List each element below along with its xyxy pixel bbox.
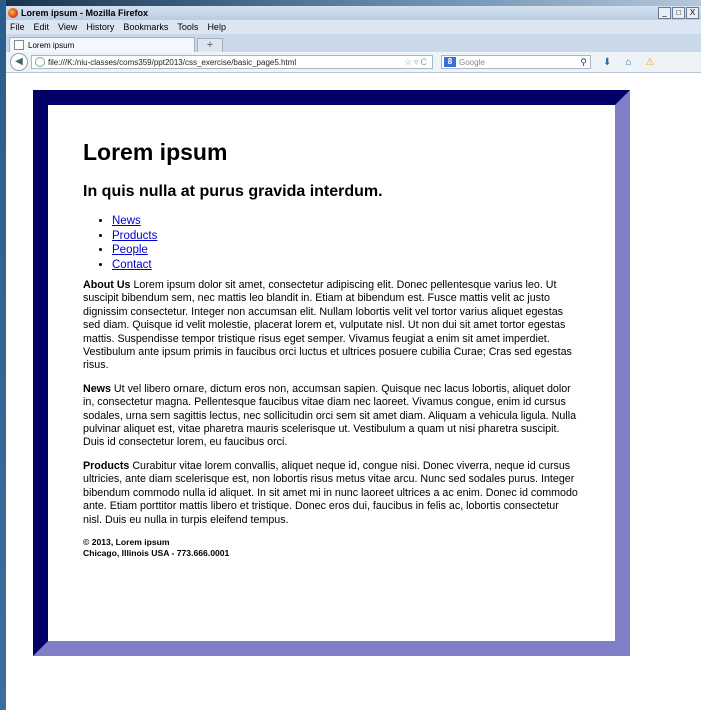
search-bar[interactable]: 8 Google ⚲ <box>441 55 591 69</box>
about-label: About Us <box>83 279 131 291</box>
page-footer: © 2013, Lorem ipsum Chicago, Illinois US… <box>83 537 579 559</box>
page-content: Lorem ipsum In quis nulla at purus gravi… <box>48 105 615 641</box>
download-icon[interactable]: ⬇ <box>603 57 611 68</box>
nav-link-people[interactable]: People <box>112 244 148 256</box>
menu-file[interactable]: File <box>10 22 25 32</box>
tab-lorem-ipsum[interactable]: Lorem ipsum <box>9 37 195 52</box>
news-paragraph: News Ut vel libero ornare, dictum eros n… <box>83 383 579 450</box>
news-label: News <box>83 382 111 395</box>
tab-bar: Lorem ipsum + <box>6 34 701 52</box>
menu-bar: File Edit View History Bookmarks Tools H… <box>6 20 701 34</box>
menu-view[interactable]: View <box>58 22 77 32</box>
about-text: Lorem ipsum dolor sit amet, consectetur … <box>83 279 572 372</box>
page-frame: Lorem ipsum In quis nulla at purus gravi… <box>33 90 630 656</box>
list-item: News <box>112 214 579 229</box>
about-paragraph: About Us Lorem ipsum dolor sit amet, con… <box>83 279 579 373</box>
toolbar-icons: ⬇ ⌂ ⚠ <box>603 57 654 68</box>
nav-link-products[interactable]: Products <box>112 230 157 242</box>
maximize-button[interactable]: □ <box>672 7 685 19</box>
warning-icon[interactable]: ⚠ <box>645 57 654 68</box>
products-text: Curabitur vitae lorem convallis, aliquet… <box>83 459 578 526</box>
nav-link-news[interactable]: News <box>112 215 141 227</box>
products-paragraph: Products Curabitur vitae lorem convallis… <box>83 460 579 527</box>
firefox-logo-icon <box>8 8 18 18</box>
url-bar[interactable]: file:///K:/niu-classes/coms359/ppt2013/c… <box>31 55 433 69</box>
nav-list: News Products People Contact <box>83 214 579 272</box>
list-item: People <box>112 243 579 258</box>
window-title: Lorem ipsum - Mozilla Firefox <box>21 8 149 18</box>
nav-link-contact[interactable]: Contact <box>112 259 152 271</box>
news-text: Ut vel libero ornare, dictum eros non, a… <box>83 382 577 449</box>
page-heading: Lorem ipsum <box>83 139 228 165</box>
menu-edit[interactable]: Edit <box>34 22 50 32</box>
page-subheading: In quis nulla at purus gravida interdum. <box>83 183 383 200</box>
home-icon[interactable]: ⌂ <box>625 57 631 68</box>
menu-bookmarks[interactable]: Bookmarks <box>123 22 168 32</box>
products-label: Products <box>83 459 130 472</box>
bookmark-star-icon[interactable]: ☆▿C <box>404 57 432 68</box>
menu-help[interactable]: Help <box>207 22 226 32</box>
minimize-button[interactable]: _ <box>658 7 671 19</box>
close-button[interactable]: X <box>686 7 699 19</box>
page-viewport: Lorem ipsum In quis nulla at purus gravi… <box>6 73 701 693</box>
list-item: Contact <box>112 258 579 273</box>
url-text: file:///K:/niu-classes/coms359/ppt2013/c… <box>48 57 297 67</box>
window-controls: _ □ X <box>658 7 699 19</box>
magnifier-icon[interactable]: ⚲ <box>580 57 590 68</box>
footer-address: Chicago, Illinois USA - 773.666.0001 <box>83 547 230 558</box>
page-icon <box>14 40 24 50</box>
menu-history[interactable]: History <box>86 22 114 32</box>
search-input[interactable]: Google <box>459 58 580 67</box>
footer-copyright: © 2013, Lorem ipsum <box>83 536 170 547</box>
title-bar: Lorem ipsum - Mozilla Firefox _ □ X <box>6 6 701 20</box>
browser-window: Lorem ipsum - Mozilla Firefox _ □ X File… <box>6 6 701 710</box>
navigation-bar: ◀ file:///K:/niu-classes/coms359/ppt2013… <box>6 52 701 73</box>
globe-icon <box>35 57 45 67</box>
list-item: Products <box>112 229 579 244</box>
new-tab-button[interactable]: + <box>197 38 223 52</box>
back-button[interactable]: ◀ <box>10 53 28 71</box>
search-engine-icon[interactable]: 8 <box>444 57 456 67</box>
menu-tools[interactable]: Tools <box>177 22 198 32</box>
tab-label: Lorem ipsum <box>28 40 75 50</box>
